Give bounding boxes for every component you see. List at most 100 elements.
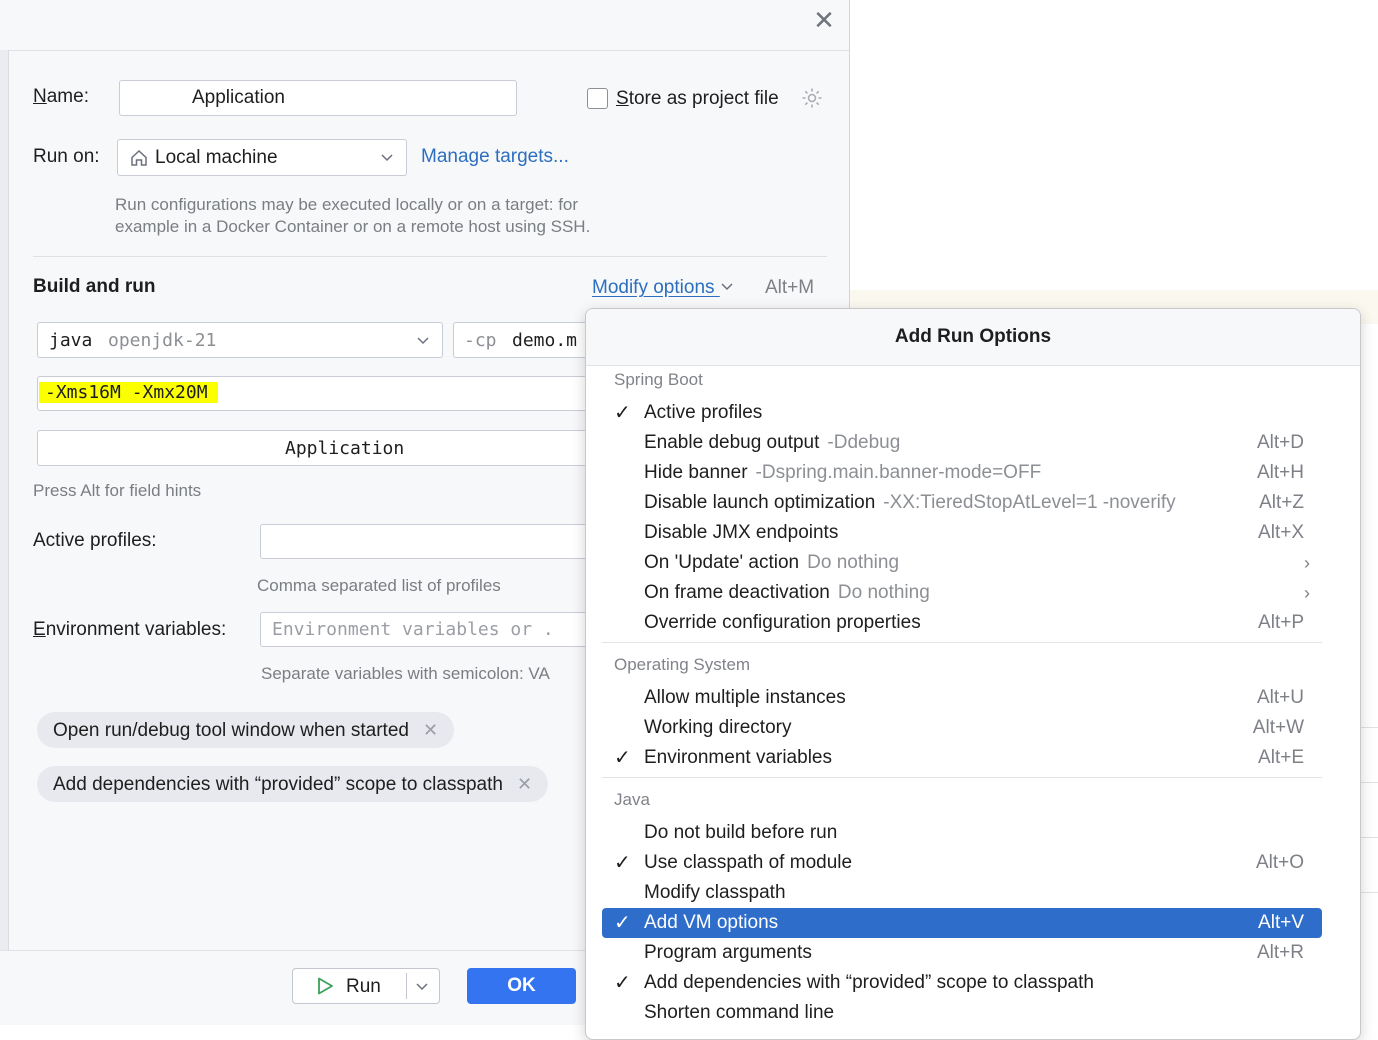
run-option-item[interactable]: ✓ Environment variables Alt+E (602, 743, 1322, 773)
run-option-shortcut: Alt+O (1255, 852, 1304, 873)
run-option-item[interactable]: Disable launch optimization -XX:TieredSto… (602, 488, 1322, 518)
run-option-shortcut: Alt+R (1257, 942, 1304, 963)
chip-label: Open run/debug tool window when started (53, 720, 409, 741)
run-option-item[interactable]: Allow multiple instances Alt+U (602, 683, 1322, 713)
name-input-value: Application (192, 87, 285, 108)
name-label: Name: (33, 86, 89, 107)
run-option-item[interactable]: On 'Update' action Do nothing › (602, 548, 1322, 578)
run-option-label: Hide banner -Dspring.main.banner-mode=OFF (644, 458, 1041, 488)
run-option-label-text: Allow multiple instances (644, 687, 846, 708)
dialog-header (0, 0, 849, 51)
add-run-options-popup: Add Run Options Spring Boot Operating Sy… (585, 308, 1361, 1040)
run-button-label: Run (346, 976, 381, 997)
store-as-project-checkbox[interactable] (587, 88, 608, 109)
run-option-label: Enable debug output -Ddebug (644, 428, 900, 458)
main-class-value: Application (285, 438, 405, 459)
run-option-label-text: On 'Update' action (644, 552, 800, 573)
run-option-label: Override configuration properties (644, 608, 921, 638)
run-option-item[interactable]: Program arguments Alt+R (602, 938, 1322, 968)
run-option-item[interactable]: Working directory Alt+W (602, 713, 1322, 743)
run-option-item[interactable]: ✓ Add dependencies with “provided” scope … (602, 968, 1322, 998)
popup-title: Add Run Options (586, 309, 1360, 366)
run-option-label-text: Override configuration properties (644, 612, 921, 633)
remove-chip-icon[interactable]: ✕ (423, 720, 438, 740)
checkmark-icon: ✓ (614, 747, 631, 769)
manage-targets-link[interactable]: Manage targets... (421, 146, 569, 168)
run-option-item[interactable]: Do not build before run (602, 818, 1322, 848)
modify-options-link[interactable]: Modify options (592, 277, 734, 299)
run-option-shortcut: Alt+D (1257, 432, 1304, 453)
home-icon (129, 148, 149, 173)
run-option-item[interactable]: On frame deactivation Do nothing › (602, 578, 1322, 608)
run-option-item[interactable]: Disable JMX endpoints Alt+X (602, 518, 1322, 548)
run-option-item[interactable]: Modify classpath (602, 878, 1322, 908)
checkmark-icon: ✓ (614, 402, 631, 424)
run-option-item[interactable]: ✓ Add VM options Alt+V (602, 908, 1322, 938)
vm-options-field[interactable]: -Xms16M -Xmx20M (37, 376, 597, 411)
field-hints-text: Press Alt for field hints (33, 481, 202, 500)
run-option-label-text: Enable debug output (644, 432, 820, 453)
jdk-version: openjdk-21 (108, 330, 217, 351)
classpath-value: demo.m (512, 330, 578, 351)
run-option-shortcut: Alt+P (1258, 612, 1304, 633)
run-option-shortcut: Alt+U (1257, 687, 1304, 708)
jdk-dropdown[interactable]: java openjdk-21 (37, 322, 443, 358)
run-option-shortcut: Alt+W (1252, 717, 1304, 738)
run-option-label: Program arguments (644, 938, 812, 968)
run-option-label: Environment variables (644, 743, 832, 773)
run-on-hint-line-2: example in a Docker Container or on a re… (115, 217, 591, 236)
modify-options-label: Modify options (592, 277, 715, 298)
section-separator (602, 777, 1322, 778)
store-as-project-label[interactable]: Store as project file (616, 88, 779, 110)
env-vars-label-text: nvironment variables: (45, 619, 227, 640)
run-option-detail: -Dspring.main.banner-mode=OFF (755, 462, 1042, 483)
run-option-label-text: Shorten command line (644, 1002, 835, 1023)
option-chip-provided-scope: Add dependencies with “provided” scope t… (37, 766, 549, 802)
run-on-value: Local machine (155, 147, 278, 168)
run-option-label: Active profiles (644, 398, 762, 428)
chevron-down-icon (380, 150, 394, 167)
run-option-shortcut: Alt+H (1257, 462, 1304, 483)
run-on-label: Run on: (33, 146, 100, 167)
run-option-label: Use classpath of module (644, 848, 852, 878)
chip-label: Add dependencies with “provided” scope t… (53, 774, 503, 795)
section-divider (33, 256, 827, 257)
run-option-label: Add VM options (644, 908, 778, 938)
env-vars-input[interactable]: Environment variables or . (260, 612, 596, 647)
run-option-label-text: Working directory (644, 717, 792, 738)
run-option-label: Disable launch optimization -XX:TieredSto… (644, 488, 1176, 518)
name-input[interactable]: Application (119, 80, 517, 116)
ok-button[interactable]: OK (467, 968, 576, 1004)
close-icon[interactable]: ✕ (812, 7, 836, 33)
env-vars-hint: Separate variables with semicolon: VA (261, 664, 550, 683)
main-class-field[interactable]: Application (37, 430, 597, 466)
run-option-label: Allow multiple instances (644, 683, 846, 713)
run-option-detail: -Ddebug (827, 432, 901, 453)
section-separator (602, 642, 1322, 643)
chevron-down-icon (416, 333, 430, 352)
run-option-item[interactable]: Enable debug output -Ddebug Alt+D (602, 428, 1322, 458)
split-divider (406, 973, 407, 999)
build-and-run-heading: Build and run (33, 276, 156, 297)
run-option-item[interactable]: ✓ Use classpath of module Alt+O (602, 848, 1322, 878)
chevron-right-icon: › (1304, 553, 1310, 573)
remove-chip-icon[interactable]: ✕ (517, 774, 532, 794)
run-option-label: On 'Update' action Do nothing (644, 548, 899, 578)
run-button[interactable]: Run (292, 968, 440, 1004)
chevron-down-icon[interactable] (415, 979, 429, 998)
env-vars-placeholder: Environment variables or . (272, 619, 554, 640)
run-option-shortcut: Alt+E (1258, 747, 1304, 768)
run-option-label-text: Active profiles (644, 402, 763, 423)
run-option-item[interactable]: Override configuration properties Alt+P (602, 608, 1322, 638)
classpath-module-field[interactable]: -cp demo.m (453, 322, 593, 358)
run-option-detail: -XX:TieredStopAtLevel=1 -noverify (883, 492, 1176, 513)
run-option-item[interactable]: ✓ Active profiles (602, 398, 1322, 428)
run-option-label: Modify classpath (644, 878, 786, 908)
run-on-hint-line-1: Run configurations may be executed local… (115, 195, 579, 214)
run-option-label-text: Add dependencies with “provided” scope t… (644, 972, 1094, 993)
left-panel-edge (0, 50, 9, 950)
run-option-item[interactable]: Hide banner -Dspring.main.banner-mode=OFF… (602, 458, 1322, 488)
active-profiles-input[interactable] (260, 524, 596, 559)
gear-icon[interactable] (800, 86, 824, 115)
run-on-dropdown[interactable]: Local machine (117, 139, 407, 176)
